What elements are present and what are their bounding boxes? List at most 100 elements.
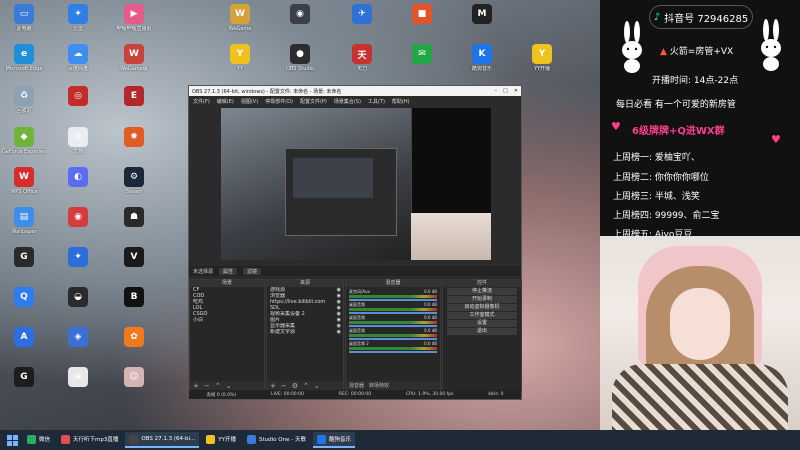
close-icon[interactable]: ✕ bbox=[514, 88, 518, 94]
desktop-icon[interactable]: ♻ 回收站 bbox=[2, 84, 46, 128]
add-icon[interactable]: + bbox=[270, 382, 276, 390]
move-down-icon[interactable]: ⌄ bbox=[226, 382, 232, 390]
desktop-icon[interactable]: V bbox=[112, 245, 156, 289]
desktop-icon[interactable]: ≡ 文档 bbox=[56, 125, 100, 169]
obs-titlebar[interactable]: OBS 27.1.3 (64-bit, windows) - 配置文件: 未命名… bbox=[189, 86, 521, 96]
menu-item[interactable]: 停靠部件(D) bbox=[265, 98, 293, 105]
desktop-icon[interactable]: ✉ bbox=[400, 42, 444, 86]
control-button[interactable]: 设置 bbox=[447, 320, 517, 327]
filters-button[interactable]: 滤镜 bbox=[243, 267, 262, 275]
menu-item[interactable]: 文件(F) bbox=[193, 98, 210, 105]
desktop-icon[interactable]: Y YY bbox=[218, 42, 262, 86]
remove-icon[interactable]: − bbox=[281, 382, 287, 390]
desktop-icon[interactable]: Q bbox=[2, 285, 46, 329]
taskbar-app[interactable]: OBS 27.1.3 (64-bi... bbox=[125, 432, 200, 448]
desktop-icon[interactable]: ◈ bbox=[56, 325, 100, 369]
add-icon[interactable]: + bbox=[193, 382, 199, 390]
menu-item[interactable]: 场景集合(S) bbox=[334, 98, 361, 105]
app-icon: ✈ bbox=[352, 4, 372, 24]
desktop-icon[interactable]: W WeGame版 bbox=[112, 42, 156, 86]
app-icon: ≡ bbox=[68, 367, 88, 387]
desktop-icon[interactable]: ▭ 此电脑 bbox=[2, 2, 46, 46]
desktop-icon[interactable]: ✦ bbox=[56, 245, 100, 289]
desktop-icon[interactable]: ● OBS Studio bbox=[278, 42, 322, 86]
desktop-icon[interactable]: ◎ bbox=[56, 84, 100, 128]
desktop-icon[interactable]: ▤ Wallpaper bbox=[2, 205, 46, 249]
taskbar-app-icon bbox=[247, 434, 256, 444]
volume-slider[interactable] bbox=[349, 312, 437, 314]
desktop-icon[interactable]: ◉ bbox=[56, 205, 100, 249]
desktop-icon[interactable]: e Microsoft Edge bbox=[2, 42, 46, 86]
desktop-icon[interactable]: G bbox=[2, 245, 46, 289]
app-icon: ◎ bbox=[68, 86, 88, 106]
move-up-icon[interactable]: ⌃ bbox=[303, 382, 309, 390]
control-button[interactable]: 工作室模式 bbox=[447, 312, 517, 319]
desktop-icon[interactable]: ✿ bbox=[112, 325, 156, 369]
control-button[interactable]: 退出 bbox=[447, 328, 517, 335]
volume-slider[interactable] bbox=[349, 338, 437, 340]
menu-item[interactable]: 视图(V) bbox=[241, 98, 258, 105]
tab-transitions[interactable]: 转场特效 bbox=[369, 382, 389, 389]
desktop-icon[interactable]: ■ bbox=[400, 2, 444, 46]
desktop-icon[interactable]: ✦ 迅雷 bbox=[56, 2, 100, 46]
desktop-icon[interactable]: Y YY开播 bbox=[520, 42, 564, 86]
daily-notice: 每日必看 有一个可爱的新房管 bbox=[616, 100, 736, 110]
taskbar-app[interactable]: 酷狗音乐 bbox=[312, 432, 355, 448]
obs-window[interactable]: OBS 27.1.3 (64-bit, windows) - 配置文件: 未命名… bbox=[188, 85, 522, 400]
desktop-icon[interactable]: ◆ GeForce Experience bbox=[2, 125, 46, 169]
app-icon: ✿ bbox=[124, 327, 144, 347]
desktop-icon-label: Wallpaper bbox=[11, 229, 37, 235]
obs-title: OBS 27.1.3 (64-bit, windows) - 配置文件: 未命名… bbox=[192, 88, 342, 95]
desktop-icon[interactable]: ✈ bbox=[340, 2, 384, 46]
volume-slider[interactable] bbox=[349, 299, 437, 301]
desktop-icon[interactable]: ☁ 百度网盘 bbox=[56, 42, 100, 86]
desktop-icon[interactable]: B bbox=[112, 285, 156, 329]
desktop-icon[interactable]: ◒ bbox=[56, 285, 100, 329]
desktop-icon[interactable]: A bbox=[2, 325, 46, 369]
desktop-icon[interactable]: ✹ bbox=[112, 125, 156, 169]
maximize-icon[interactable]: □ bbox=[503, 88, 508, 94]
desktop-icon[interactable]: ≡ bbox=[56, 365, 100, 409]
obs-preview[interactable] bbox=[221, 108, 491, 260]
move-up-icon[interactable]: ⌃ bbox=[215, 382, 221, 390]
control-button[interactable]: 停止推流 bbox=[447, 288, 517, 295]
app-icon: 天 bbox=[352, 44, 372, 64]
control-button[interactable]: 启动虚拟摄像机 bbox=[447, 304, 517, 311]
desktop-icon[interactable]: ◉ bbox=[278, 2, 322, 46]
desktop-icon[interactable]: ▶ 哔哩哔哩直播姬 bbox=[112, 2, 156, 46]
menu-item[interactable]: 编辑(E) bbox=[217, 98, 234, 105]
volume-slider[interactable] bbox=[349, 351, 437, 353]
windows-start-icon[interactable] bbox=[4, 432, 20, 448]
desktop-icon[interactable]: ☗ bbox=[112, 205, 156, 249]
menu-item[interactable]: 帮助(H) bbox=[392, 98, 410, 105]
desktop-icon[interactable]: W WeGame bbox=[218, 2, 262, 46]
minimize-icon[interactable]: – bbox=[495, 88, 498, 94]
desktop-icon[interactable]: E bbox=[112, 84, 156, 128]
scene-list: CF COD 吃鸡 LOL CSGO 小白 bbox=[190, 287, 264, 323]
taskbar-app[interactable]: 微信 bbox=[23, 432, 54, 448]
remove-icon[interactable]: − bbox=[204, 382, 210, 390]
menu-item[interactable]: 配置文件(P) bbox=[300, 98, 327, 105]
desktop-icon[interactable]: K 酷狗音乐 bbox=[460, 42, 504, 86]
control-button[interactable]: 开始录制 bbox=[447, 296, 517, 303]
properties-button[interactable]: 属性 bbox=[219, 267, 238, 275]
app-icon: ◉ bbox=[68, 207, 88, 227]
desktop-icon[interactable]: ☺ bbox=[112, 365, 156, 409]
taskbar-app[interactable]: Studio One - 天歌 bbox=[243, 432, 310, 448]
tab-mixer[interactable]: 混音器 bbox=[349, 382, 364, 389]
volume-slider[interactable] bbox=[349, 325, 437, 327]
scene-item[interactable]: 小白 bbox=[190, 317, 264, 323]
taskbar-app[interactable]: 天行听下mp3直播 bbox=[57, 432, 122, 448]
move-down-icon[interactable]: ⌄ bbox=[314, 382, 320, 390]
desktop-icon[interactable]: M bbox=[460, 2, 504, 46]
eye-icon[interactable]: ◉ bbox=[337, 329, 343, 335]
gear-icon[interactable]: ⚙ bbox=[292, 382, 298, 390]
desktop-icon[interactable]: 天天刀 bbox=[340, 42, 384, 86]
source-item[interactable]: 新建文字源 ◉ bbox=[267, 329, 343, 335]
menu-item[interactable]: 工具(T) bbox=[368, 98, 385, 105]
desktop-icon[interactable]: ◐ bbox=[56, 165, 100, 209]
desktop-icon[interactable]: ⚙ Steam bbox=[112, 165, 156, 209]
taskbar-app[interactable]: YY开播 bbox=[202, 432, 240, 448]
desktop-icon[interactable]: W WPS Office bbox=[2, 165, 46, 209]
desktop-icon[interactable]: G bbox=[2, 365, 46, 409]
